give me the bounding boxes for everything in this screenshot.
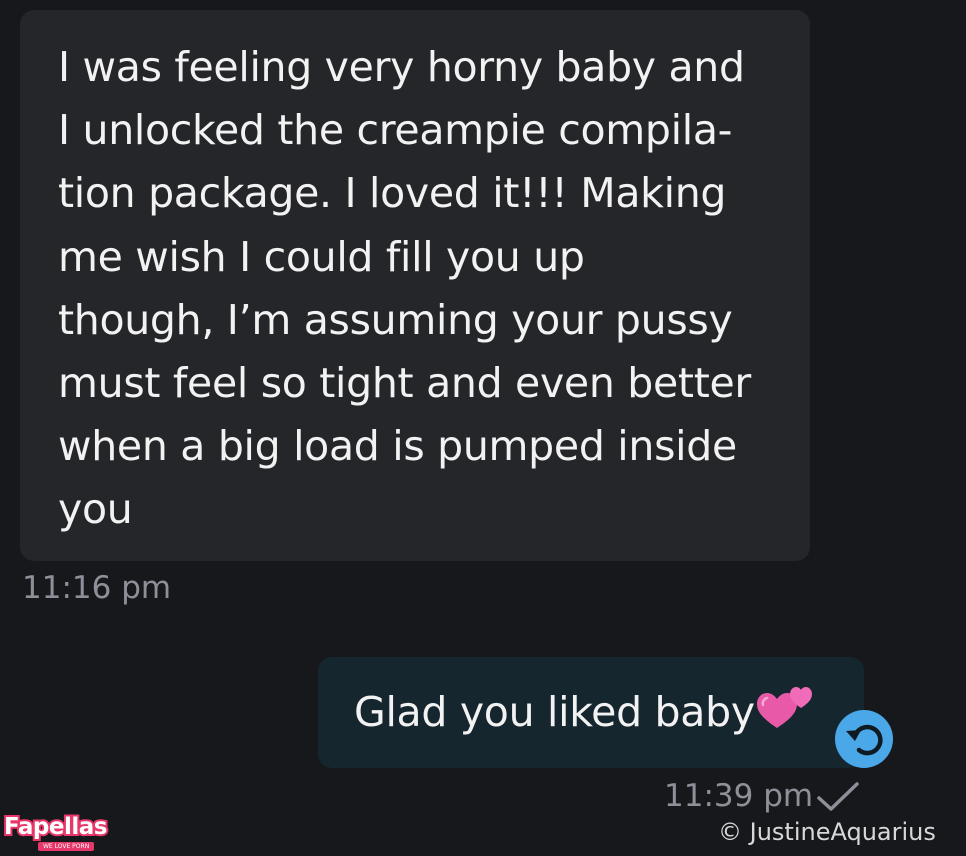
credit-watermark: © JustineAquarius	[718, 818, 936, 846]
fapellas-logo: Fapellas WE LOVE PORN	[2, 812, 116, 854]
chat-view: I was feeling very horny baby and I unlo…	[0, 0, 966, 856]
logo-text: Fapellas	[2, 812, 109, 842]
incoming-message-time: 11:16 pm	[22, 570, 172, 606]
outgoing-message-text: Glad you liked baby	[354, 688, 755, 736]
incoming-message-bubble[interactable]: I was feeling very horny baby and I unlo…	[20, 10, 810, 561]
outgoing-message-time: 11:39 pm	[664, 778, 814, 814]
single-check-icon	[817, 782, 859, 811]
logo-tagline: WE LOVE PORN	[38, 842, 95, 851]
incoming-message-text: I was feeling very horny baby and I unlo…	[58, 43, 751, 534]
outgoing-message-bubble[interactable]: Glad you liked baby	[318, 657, 864, 768]
two-hearts-icon	[755, 682, 815, 732]
reply-button[interactable]	[835, 710, 893, 768]
reply-arrow-icon	[846, 724, 883, 756]
